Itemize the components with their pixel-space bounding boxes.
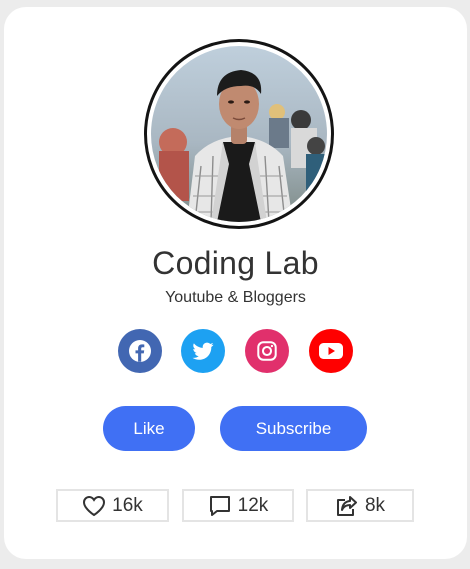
twitter-icon (192, 342, 214, 360)
profile-card: Coding Lab Youtube & Bloggers Like Subsc… (4, 7, 467, 559)
instagram-link[interactable] (245, 329, 289, 373)
comments-stat[interactable]: 12k (182, 489, 294, 522)
share-icon (336, 495, 357, 516)
like-button[interactable]: Like (103, 406, 195, 451)
youtube-link[interactable] (309, 329, 353, 373)
shares-count: 8k (364, 494, 386, 516)
likes-stat[interactable]: 16k (56, 489, 169, 522)
profile-role: Youtube & Bloggers (165, 289, 306, 306)
subscribe-button[interactable]: Subscribe (220, 406, 367, 451)
twitter-link[interactable] (181, 329, 225, 373)
profile-name: Coding Lab (152, 245, 319, 281)
youtube-icon (319, 343, 343, 359)
likes-count: 16k (112, 494, 143, 516)
comments-count: 12k (237, 494, 269, 516)
facebook-link[interactable] (118, 329, 162, 373)
heart-icon (83, 495, 106, 516)
comment-icon (209, 495, 230, 516)
avatar-frame (144, 39, 334, 229)
facebook-icon (129, 340, 151, 362)
avatar (151, 46, 327, 222)
shares-stat[interactable]: 8k (306, 489, 414, 522)
instagram-icon (257, 341, 277, 361)
